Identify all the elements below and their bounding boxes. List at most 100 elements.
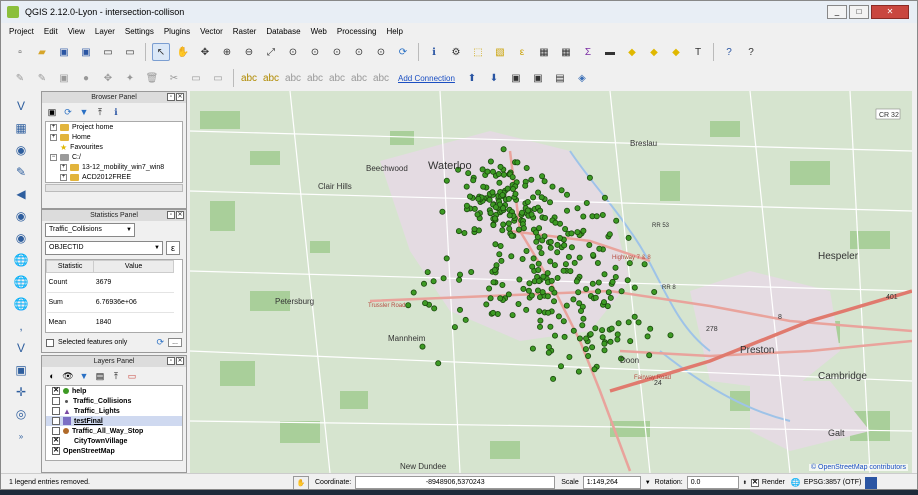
layer-item[interactable]: ▲ Traffic_Lights <box>46 406 182 416</box>
layer-visibility-checkbox[interactable]: ✕ <box>52 437 60 445</box>
filter-icon[interactable]: ▼ <box>78 370 90 382</box>
add-db2-layer-icon[interactable]: ◉ <box>10 229 32 247</box>
node-tool-icon[interactable]: ✦ <box>121 69 139 87</box>
toggle-extents-icon[interactable]: ✋ <box>293 475 309 489</box>
add-spatialite-layer-icon[interactable]: ✎ <box>10 163 32 181</box>
maximize-button[interactable]: □ <box>849 5 869 19</box>
measure-line-icon[interactable]: ▬ <box>601 43 619 61</box>
zoom-out-icon[interactable]: ⊖ <box>240 43 258 61</box>
add-raster-layer-icon[interactable]: ▦ <box>10 119 32 137</box>
menu-vector[interactable]: Vector <box>200 27 223 36</box>
zoom-layer-icon[interactable]: ⊙ <box>306 43 324 61</box>
properties-icon[interactable]: ℹ <box>110 106 122 118</box>
render-checkbox[interactable]: ✕ <box>750 478 759 487</box>
collapse-all-icon[interactable]: ⤒ <box>94 106 106 118</box>
tree-item[interactable]: +13-12_mobility_win7_win8 <box>46 162 182 172</box>
add-feature-icon[interactable]: ● <box>77 69 95 87</box>
new-shapefile-icon[interactable]: V <box>10 339 32 357</box>
download-icon[interactable]: ⬇ <box>485 69 503 87</box>
show-hide-labels-icon[interactable]: abc <box>306 69 324 87</box>
map-tips-icon[interactable]: ◆ <box>623 43 641 61</box>
tree-item[interactable]: + Project home <box>46 122 182 132</box>
layer-visibility-checkbox[interactable]: ✕ <box>52 387 60 395</box>
menu-raster[interactable]: Raster <box>233 27 257 36</box>
select-expression-icon[interactable]: ε <box>513 43 531 61</box>
zoom-selection-icon[interactable]: ⊙ <box>284 43 302 61</box>
menu-layer[interactable]: Layer <box>95 27 115 36</box>
layer-item[interactable]: testFinal <box>46 416 182 426</box>
toggle-editing-icon[interactable]: ✎ <box>33 69 51 87</box>
expression-button[interactable]: ε <box>166 241 180 255</box>
attribute-table-icon[interactable]: ▦ <box>535 43 553 61</box>
create-layer-icon[interactable]: ▣ <box>10 361 32 379</box>
label-highlight-icon[interactable]: abc <box>262 69 280 87</box>
new-print-composer-icon[interactable]: ▭ <box>99 43 117 61</box>
move-label-icon[interactable]: abc <box>328 69 346 87</box>
rotation-stepper[interactable]: ⬍ <box>743 480 747 486</box>
refresh-icon[interactable]: ⟳ <box>62 106 74 118</box>
gps-icon[interactable]: ◎ <box>10 405 32 423</box>
add-wms-layer-icon[interactable]: 🌐 <box>10 251 32 269</box>
web-map-icon[interactable]: ▣ <box>529 69 547 87</box>
text-annotation-icon[interactable]: T <box>689 43 707 61</box>
zoom-in-icon[interactable]: ⊕ <box>218 43 236 61</box>
statistical-summary-icon[interactable]: Σ <box>579 43 597 61</box>
expand-icon[interactable]: + <box>50 123 57 131</box>
help-icon[interactable]: ? <box>720 43 738 61</box>
close-panel-button[interactable]: ✕ <box>176 211 184 219</box>
export-icon[interactable]: ▣ <box>507 69 525 87</box>
run-action-icon[interactable]: ⚙ <box>447 43 465 61</box>
identify-icon[interactable]: ℹ <box>425 43 443 61</box>
menu-plugins[interactable]: Plugins <box>164 27 190 36</box>
remove-layer-icon[interactable]: ▭ <box>126 370 138 382</box>
georeferencer-icon[interactable]: ✛ <box>10 383 32 401</box>
csv-icon[interactable]: ▤ <box>551 69 569 87</box>
field-combobox[interactable]: OBJECTID ▼ <box>45 241 163 255</box>
horizontal-scrollbar[interactable] <box>45 184 183 192</box>
menu-edit[interactable]: Edit <box>44 27 58 36</box>
expand-icon[interactable]: + <box>60 163 67 171</box>
copy-features-icon[interactable]: ▭ <box>187 69 205 87</box>
filter-icon[interactable]: ▼ <box>78 106 90 118</box>
tree-item[interactable]: ★ Favourites <box>46 142 182 152</box>
menu-settings[interactable]: Settings <box>125 27 154 36</box>
minimize-button[interactable]: _ <box>827 5 847 19</box>
label-tool-icon[interactable]: abc <box>240 69 258 87</box>
add-wfs-layer-icon[interactable]: 🌐 <box>10 295 32 313</box>
expand-icon[interactable]: + <box>50 133 57 141</box>
open-project-icon[interactable]: ▰ <box>33 43 51 61</box>
float-panel-button[interactable]: ▫ <box>167 357 175 365</box>
save-edits-icon[interactable]: ▣ <box>55 69 73 87</box>
layer-visibility-checkbox[interactable] <box>52 407 60 415</box>
layer-combobox[interactable]: Traffic_Collisions ▼ <box>45 223 135 237</box>
field-calculator-icon[interactable]: ▦ <box>557 43 575 61</box>
menu-web[interactable]: Web <box>311 27 327 36</box>
select-features-icon[interactable]: ⬚ <box>469 43 487 61</box>
rotation-field[interactable]: 0.0 <box>686 476 739 489</box>
tree-item[interactable]: − C:/ <box>46 152 182 162</box>
show-bookmarks-icon[interactable]: ◆ <box>667 43 685 61</box>
expand-toolbar-icon[interactable]: » <box>10 427 32 445</box>
whats-this-icon[interactable]: ? <box>742 43 760 61</box>
add-oracle-layer-icon[interactable]: ◉ <box>10 207 32 225</box>
layer-visibility-checkbox[interactable] <box>52 397 60 405</box>
more-button[interactable]: ... <box>168 338 182 347</box>
menu-database[interactable]: Database <box>266 27 300 36</box>
chevron-down-icon[interactable]: ▼ <box>645 480 651 486</box>
refresh-icon[interactable]: ⟳ <box>156 337 164 348</box>
layer-item[interactable]: Traffic_All_Way_Stop <box>46 426 182 436</box>
menu-processing[interactable]: Processing <box>337 27 377 36</box>
tree-item[interactable]: + ACD2012FREE <box>46 172 182 182</box>
add-vector-layer-icon[interactable]: V <box>10 97 32 115</box>
close-button[interactable]: ✕ <box>871 5 909 19</box>
zoom-full-icon[interactable]: ⤢ <box>262 43 280 61</box>
menu-help[interactable]: Help <box>386 27 402 36</box>
current-edits-icon[interactable]: ✎ <box>11 69 29 87</box>
scale-combobox[interactable]: 1:149,264 <box>582 476 641 489</box>
collapse-icon[interactable]: − <box>50 153 57 161</box>
table-row[interactable]: Sum 6.76936e+06 <box>46 292 174 313</box>
layer-item[interactable]: ✕ CityTownVillage <box>46 436 182 446</box>
delete-selected-icon[interactable]: 🗑 <box>143 69 161 87</box>
change-label-icon[interactable]: abc <box>372 69 390 87</box>
close-panel-button[interactable]: ✕ <box>176 357 184 365</box>
